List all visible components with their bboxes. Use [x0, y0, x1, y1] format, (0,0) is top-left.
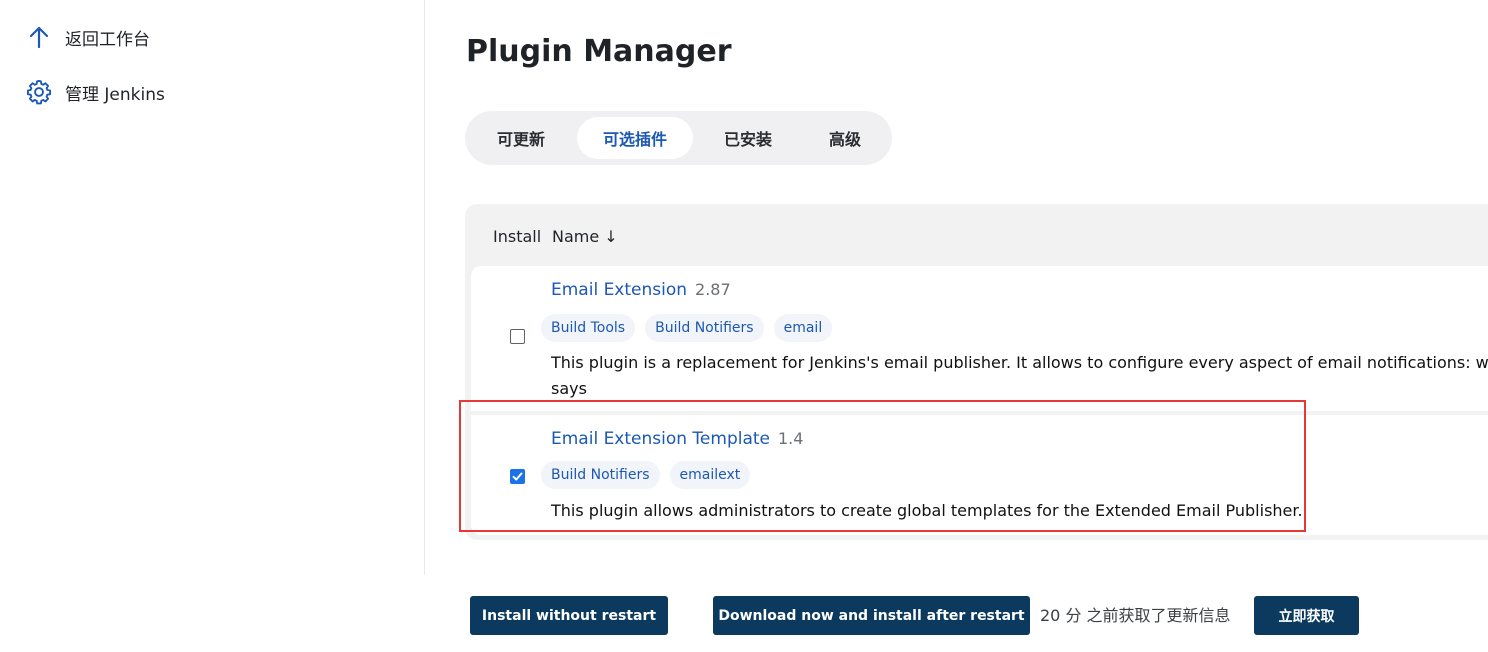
tab-installed[interactable]: 已安装: [705, 117, 791, 159]
plugin-version: 2.87: [695, 280, 731, 299]
plugin-version: 1.4: [778, 429, 804, 448]
column-header-name[interactable]: Name ↓: [552, 227, 618, 246]
install-checkbox[interactable]: [510, 469, 525, 484]
plugin-name-link[interactable]: Email Extension 2.87: [551, 280, 731, 300]
back-to-dashboard-link[interactable]: 返回工作台: [24, 24, 150, 50]
update-info-text: 20 分 之前获取了更新信息: [1040, 606, 1231, 625]
tab-advanced[interactable]: 高级: [805, 117, 885, 159]
tag-emailext[interactable]: emailext: [669, 461, 751, 489]
plugin-name: Email Extension Template: [551, 429, 770, 449]
tag-list: Build Tools Build Notifiers email: [541, 314, 833, 342]
manage-jenkins-label: 管理 Jenkins: [65, 84, 165, 105]
checkmark-icon: [512, 472, 523, 481]
tab-bar: 可更新 可选插件 已安装 高级: [465, 111, 892, 165]
install-checkbox[interactable]: [510, 329, 525, 344]
sidebar: 返回工作台 管理 Jenkins: [0, 0, 425, 575]
tab-available-plugins[interactable]: 可选插件: [577, 117, 693, 159]
tag-email[interactable]: email: [773, 314, 833, 342]
install-without-restart-button[interactable]: Install without restart: [470, 596, 668, 635]
tag-build-notifiers[interactable]: Build Notifiers: [541, 461, 660, 489]
gear-icon: [24, 78, 54, 106]
manage-jenkins-link[interactable]: 管理 Jenkins: [24, 78, 165, 106]
back-to-dashboard-label: 返回工作台: [65, 29, 150, 50]
plugin-name-link[interactable]: Email Extension Template 1.4: [551, 429, 803, 449]
fetch-now-button[interactable]: 立即获取: [1254, 596, 1359, 635]
tab-updates[interactable]: 可更新: [477, 117, 565, 159]
plugin-description: This plugin allows administrators to cre…: [551, 501, 1303, 520]
table-row: Email Extension 2.87 Build Tools Build No…: [471, 266, 1488, 411]
page-title: Plugin Manager: [466, 34, 732, 69]
arrow-up-icon: [24, 23, 54, 51]
download-install-after-restart-button[interactable]: Download now and install after restart: [713, 596, 1030, 635]
tag-list: Build Notifiers emailext: [541, 461, 751, 489]
table-row: Email Extension Template 1.4 Build Notifi…: [471, 415, 1488, 535]
column-header-install[interactable]: Install: [493, 227, 541, 246]
tag-build-tools[interactable]: Build Tools: [541, 314, 636, 342]
plugin-name: Email Extension: [551, 280, 688, 300]
plugin-table: Install Name ↓ Email Extension 2.87 Build…: [465, 204, 1488, 540]
tag-build-notifiers[interactable]: Build Notifiers: [645, 314, 764, 342]
plugin-description: This plugin is a replacement for Jenkins…: [551, 353, 1488, 398]
